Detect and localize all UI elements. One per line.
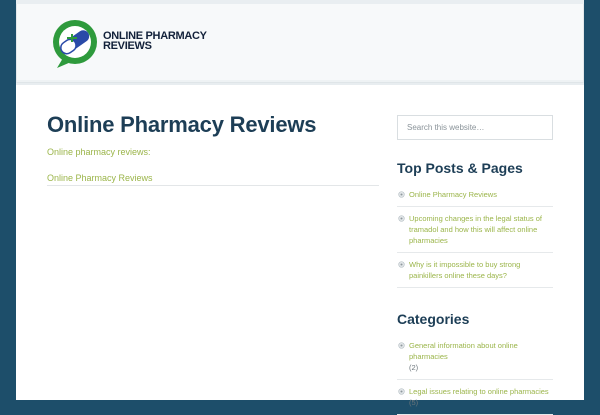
list-item: Why is it impossible to buy strong paink…	[397, 253, 553, 288]
sidebar: Top Posts & Pages Online Pharmacy Review…	[397, 115, 553, 415]
entry-link[interactable]: Online Pharmacy Reviews	[47, 172, 379, 186]
categories-list: General information about online pharmac…	[397, 334, 553, 415]
logo-line-2: REVIEWS	[103, 40, 152, 52]
top-posts-title: Top Posts & Pages	[397, 160, 523, 176]
list-item: Upcoming changes in the legal status of …	[397, 207, 553, 253]
categories-title: Categories	[397, 311, 470, 327]
intro-text: Online pharmacy reviews:	[47, 147, 151, 157]
site-header: ONLINE PHARMACY REVIEWS	[16, 4, 584, 83]
bullet-icon	[398, 215, 405, 222]
list-item: Online Pharmacy Reviews	[397, 183, 553, 207]
bullet-icon	[398, 261, 405, 268]
category-link[interactable]: General information about online pharmac…	[409, 341, 518, 361]
top-posts-list: Online Pharmacy Reviews Upcoming changes…	[397, 183, 553, 288]
top-post-link[interactable]: Upcoming changes in the legal status of …	[409, 214, 542, 245]
bullet-icon	[398, 342, 405, 349]
main-content: Online Pharmacy Reviews Online pharmacy …	[47, 112, 379, 186]
search-input[interactable]	[397, 115, 553, 140]
category-count: (5)	[409, 398, 419, 407]
bullet-icon	[398, 191, 405, 198]
page-frame: ONLINE PHARMACY REVIEWS Online Pharmacy …	[16, 0, 584, 415]
category-count: (2)	[409, 363, 419, 372]
header-divider	[16, 83, 584, 85]
page-title: Online Pharmacy Reviews	[47, 112, 317, 137]
top-post-link[interactable]: Online Pharmacy Reviews	[409, 190, 497, 199]
list-item: Legal issues relating to online pharmaci…	[397, 380, 553, 415]
list-item: General information about online pharmac…	[397, 334, 553, 380]
top-post-link[interactable]: Why is it impossible to buy strong paink…	[409, 260, 520, 280]
bullet-icon	[398, 388, 405, 395]
category-link[interactable]: Legal issues relating to online pharmaci…	[409, 387, 549, 396]
site-logo-text[interactable]: ONLINE PHARMACY REVIEWS	[103, 31, 233, 52]
pill-logo-icon[interactable]	[49, 18, 101, 70]
